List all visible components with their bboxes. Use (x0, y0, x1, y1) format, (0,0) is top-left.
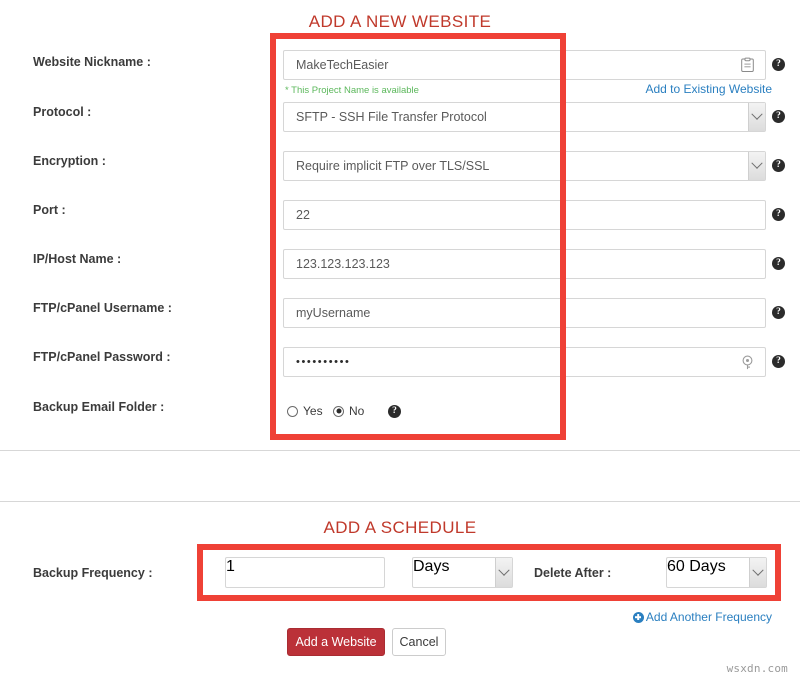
radio-backup-email-folder-no[interactable]: No (333, 404, 364, 418)
radio-backup-email-folder-yes[interactable]: Yes (287, 404, 323, 418)
select-delete-after-value: 60 Days (667, 558, 726, 575)
input-ip-host-name[interactable]: 123.123.123.123 (283, 249, 766, 279)
select-protocol[interactable]: SFTP - SSH File Transfer Protocol (283, 102, 766, 132)
input-ip-host-name-value: 123.123.123.123 (296, 257, 390, 271)
add-schedule-title: ADD A SCHEDULE (0, 518, 800, 538)
help-icon-website-nickname[interactable]: ? (772, 58, 785, 71)
add-website-button[interactable]: Add a Website (287, 628, 385, 656)
add-to-existing-website-link[interactable]: Add to Existing Website (645, 82, 772, 96)
chevron-down-icon[interactable] (749, 558, 766, 587)
radio-circle-selected-icon (333, 406, 344, 417)
plus-circle-icon (633, 612, 644, 623)
add-another-frequency-link[interactable]: Add Another Frequency (633, 610, 772, 624)
input-ftp-password-value: •••••••••• (296, 356, 351, 368)
radio-label-yes: Yes (303, 404, 323, 418)
select-protocol-value: SFTP - SSH File Transfer Protocol (296, 110, 487, 124)
chevron-down-icon[interactable] (748, 152, 765, 180)
input-ftp-username-value: myUsername (296, 306, 370, 320)
label-ftp-username: FTP/cPanel Username : (33, 301, 172, 315)
key-reveal-icon[interactable] (740, 354, 755, 371)
help-icon-ip-host-name[interactable]: ? (772, 257, 785, 270)
input-port[interactable]: 22 (283, 200, 766, 230)
input-backup-frequency-count-value: 1 (226, 558, 235, 575)
help-icon-ftp-password[interactable]: ? (772, 355, 785, 368)
project-name-availability-note: * This Project Name is available (285, 85, 419, 96)
select-backup-frequency-unit[interactable]: Days (412, 557, 513, 588)
input-ftp-password[interactable]: •••••••••• (283, 347, 766, 377)
input-website-nickname-value: MakeTechEasier (296, 58, 388, 72)
section-divider-bottom (0, 501, 800, 502)
radio-circle-icon (287, 406, 298, 417)
label-backup-email-folder: Backup Email Folder : (33, 400, 164, 414)
help-icon-backup-email-folder[interactable]: ? (388, 405, 401, 418)
select-delete-after[interactable]: 60 Days (666, 557, 767, 588)
input-website-nickname[interactable]: MakeTechEasier (283, 50, 766, 80)
chevron-down-icon[interactable] (495, 558, 512, 587)
add-another-frequency-label: Add Another Frequency (646, 610, 772, 624)
label-ftp-password: FTP/cPanel Password : (33, 350, 171, 364)
help-icon-port[interactable]: ? (772, 208, 785, 221)
help-icon-protocol[interactable]: ? (772, 110, 785, 123)
label-ip-host-name: IP/Host Name : (33, 252, 121, 266)
chevron-down-icon[interactable] (748, 103, 765, 131)
select-backup-frequency-unit-value: Days (413, 558, 449, 575)
help-icon-ftp-username[interactable]: ? (772, 306, 785, 319)
label-delete-after: Delete After : (534, 566, 611, 580)
label-protocol: Protocol : (33, 105, 91, 119)
radio-label-no: No (349, 404, 364, 418)
add-new-website-title: ADD A NEW WEBSITE (0, 12, 800, 32)
select-encryption-value: Require implicit FTP over TLS/SSL (296, 159, 489, 173)
watermark: wsxdn.com (727, 662, 788, 675)
help-icon-encryption[interactable]: ? (772, 159, 785, 172)
input-ftp-username[interactable]: myUsername (283, 298, 766, 328)
label-website-nickname: Website Nickname : (33, 55, 151, 69)
label-port: Port : (33, 203, 66, 217)
page-root: ADD A NEW WEBSITE Website Nickname : Mak… (0, 0, 800, 681)
section-divider-top (0, 450, 800, 451)
input-backup-frequency-count[interactable]: 1 (225, 557, 385, 588)
cancel-button[interactable]: Cancel (392, 628, 446, 656)
label-encryption: Encryption : (33, 154, 106, 168)
clipboard-icon[interactable] (740, 57, 755, 74)
select-encryption[interactable]: Require implicit FTP over TLS/SSL (283, 151, 766, 181)
label-backup-frequency: Backup Frequency : (33, 566, 152, 580)
input-port-value: 22 (296, 208, 310, 222)
